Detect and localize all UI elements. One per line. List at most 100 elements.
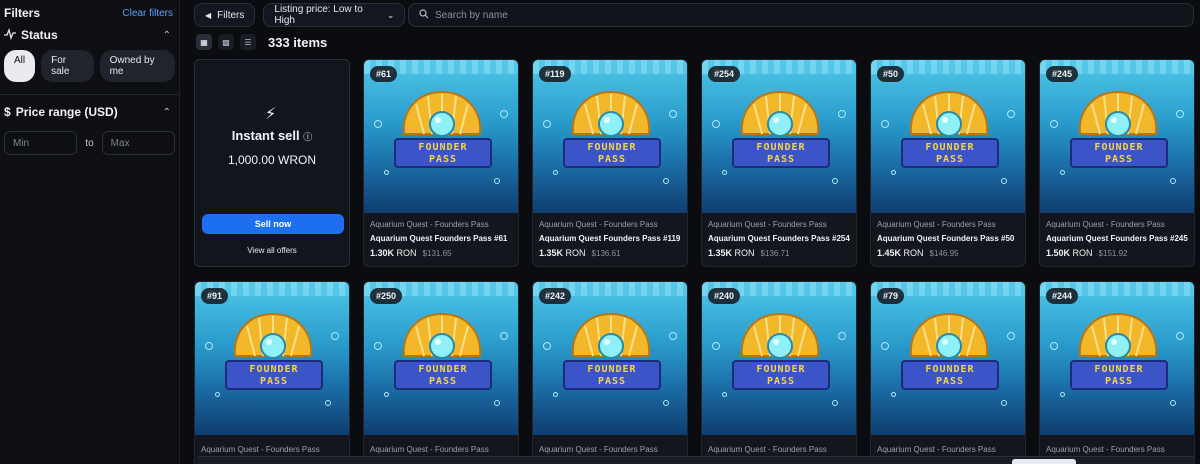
bubble <box>543 120 551 128</box>
price-section: $ Price range (USD) ⌃ Min to Max <box>0 99 179 163</box>
activity-icon <box>4 27 16 43</box>
token-id-badge: #240 <box>708 288 741 304</box>
chevron-down-icon: ⌄ <box>386 9 395 20</box>
card-meta: Aquarium Quest - Founders Pass <box>201 445 343 454</box>
bubble <box>712 342 720 350</box>
filters-toggle-button[interactable]: ◀ Filters <box>194 3 256 27</box>
view-bar: ▦ ▩ ☰ 333 items <box>196 34 327 50</box>
usd-price: $136.61 <box>591 249 621 258</box>
nft-image: FOUNDER PASS #242 <box>533 282 687 435</box>
nft-card[interactable]: FOUNDER PASS #250 Aquarium Quest - Founde… <box>363 281 519 464</box>
bubble <box>1007 110 1015 118</box>
bubble <box>832 178 838 184</box>
usd-price: $136.71 <box>760 249 790 258</box>
collection-name: Aquarium Quest - Founders Pass <box>1046 445 1165 454</box>
sidebar-header: Filters Clear filters <box>0 0 179 22</box>
usd-price: $151.92 <box>1098 249 1128 258</box>
status-for-sale-pill[interactable]: For sale <box>41 50 94 82</box>
nft-card[interactable]: FOUNDER PASS #119 Aquarium Quest - Founde… <box>532 59 688 267</box>
range-to-label: to <box>85 137 94 149</box>
card-meta: Aquarium Quest - Founders Pass <box>1046 445 1188 454</box>
nft-image: FOUNDER PASS #244 <box>1040 282 1194 435</box>
bubble <box>1170 400 1176 406</box>
chevron-up-icon: ⌃ <box>162 29 171 41</box>
nft-card[interactable]: FOUNDER PASS #50 Aquarium Quest - Founder… <box>870 59 1026 267</box>
price-section-header[interactable]: $ Price range (USD) ⌃ <box>0 99 179 125</box>
price-row: 1.35K RON $136.71 <box>708 248 850 258</box>
search-input[interactable]: Search by name <box>408 3 1194 27</box>
price-max-input[interactable]: Max <box>101 131 175 155</box>
bubble <box>553 170 558 175</box>
token-id-badge: #242 <box>539 288 572 304</box>
filters-sidebar: Filters Clear filters Status ⌃ All For s… <box>0 0 180 464</box>
token-id-badge: #244 <box>1046 288 1079 304</box>
clear-filters-link[interactable]: Clear filters <box>122 8 173 19</box>
price-row: 1.45K RON $146.95 <box>877 248 1019 258</box>
card-meta: Aquarium Quest - Founders Pass Aquarium … <box>877 220 1019 258</box>
bubble <box>494 178 500 184</box>
sell-now-button[interactable]: Sell now <box>202 214 344 234</box>
price-range-inputs: Min to Max <box>0 125 179 163</box>
bubble <box>331 332 339 340</box>
bubble <box>1007 332 1015 340</box>
collection-name: Aquarium Quest - Founders Pass <box>539 445 658 454</box>
sort-label: Listing price: Low to High <box>274 4 363 26</box>
card-meta: Aquarium Quest - Founders Pass Aquarium … <box>539 220 681 258</box>
founder-pass-banner: FOUNDER PASS <box>732 360 830 390</box>
list-view-icon[interactable]: ☰ <box>240 34 256 50</box>
nft-name: Aquarium Quest Founders Pass #254 <box>708 234 850 243</box>
nft-card[interactable]: FOUNDER PASS #91 Aquarium Quest - Founder… <box>194 281 350 464</box>
bottom-action-button[interactable] <box>1012 459 1076 464</box>
bubble <box>669 110 677 118</box>
info-icon[interactable]: ⓘ <box>303 132 312 142</box>
price-row: 1.50K RON $151.92 <box>1046 248 1188 258</box>
bubble <box>663 178 669 184</box>
nft-image: FOUNDER PASS #119 <box>533 60 687 213</box>
bubble <box>325 400 331 406</box>
card-meta: Aquarium Quest - Founders Pass <box>708 445 850 454</box>
nft-card[interactable]: FOUNDER PASS #61 Aquarium Quest - Founder… <box>363 59 519 267</box>
nft-card[interactable]: FOUNDER PASS #79 Aquarium Quest - Founder… <box>870 281 1026 464</box>
nft-name: Aquarium Quest Founders Pass #61 <box>370 234 508 243</box>
collection-name: Aquarium Quest - Founders Pass <box>877 220 996 229</box>
card-meta: Aquarium Quest - Founders Pass Aquarium … <box>1046 220 1188 258</box>
instant-sell-card: ⚡ Instant sell ⓘ 1,000.00 WRON Sell now … <box>194 59 350 267</box>
nft-card[interactable]: FOUNDER PASS #242 Aquarium Quest - Founde… <box>532 281 688 464</box>
price-row: 1.30K RON $131.65 <box>370 248 512 258</box>
bubble <box>669 332 677 340</box>
status-title: Status <box>21 28 58 42</box>
status-all-pill[interactable]: All <box>4 50 36 82</box>
ron-price: 1.35K RON <box>539 248 586 258</box>
token-id-badge: #91 <box>201 288 229 304</box>
nft-card[interactable]: FOUNDER PASS #254 Aquarium Quest - Founde… <box>701 59 857 267</box>
status-owned-pill[interactable]: Owned by me <box>99 50 175 82</box>
usd-price: $131.65 <box>422 249 452 258</box>
grid-small-view-icon[interactable]: ▩ <box>218 34 234 50</box>
grid-large-view-icon[interactable]: ▦ <box>196 34 212 50</box>
price-min-input[interactable]: Min <box>4 131 78 155</box>
nft-image: FOUNDER PASS #250 <box>364 282 518 435</box>
founder-pass-banner: FOUNDER PASS <box>901 360 999 390</box>
bubble <box>543 342 551 350</box>
bubble <box>1001 178 1007 184</box>
ron-price: 1.35K RON <box>708 248 755 258</box>
nft-card[interactable]: FOUNDER PASS #244 Aquarium Quest - Founde… <box>1039 281 1195 464</box>
bubble <box>500 110 508 118</box>
nft-card[interactable]: FOUNDER PASS #245 Aquarium Quest - Founde… <box>1039 59 1195 267</box>
status-section-header[interactable]: Status ⌃ <box>0 22 179 48</box>
lightning-icon: ⚡ <box>265 106 277 123</box>
founder-pass-banner: FOUNDER PASS <box>394 138 492 168</box>
chevron-up-icon: ⌃ <box>162 106 171 118</box>
view-all-offers-link[interactable]: View all offers <box>195 246 349 255</box>
items-count: 333 items <box>268 34 328 50</box>
sort-dropdown[interactable]: Listing price: Low to High ⌄ <box>263 3 406 27</box>
bubble <box>891 392 896 397</box>
ron-price: 1.50K RON <box>1046 248 1093 258</box>
founder-pass-banner: FOUNDER PASS <box>1070 138 1168 168</box>
search-placeholder: Search by name <box>435 9 508 21</box>
bubble <box>374 120 382 128</box>
founder-pass-banner: FOUNDER PASS <box>225 360 323 390</box>
price-title: Price range (USD) <box>15 105 118 119</box>
bubble <box>722 392 727 397</box>
nft-card[interactable]: FOUNDER PASS #240 Aquarium Quest - Founde… <box>701 281 857 464</box>
